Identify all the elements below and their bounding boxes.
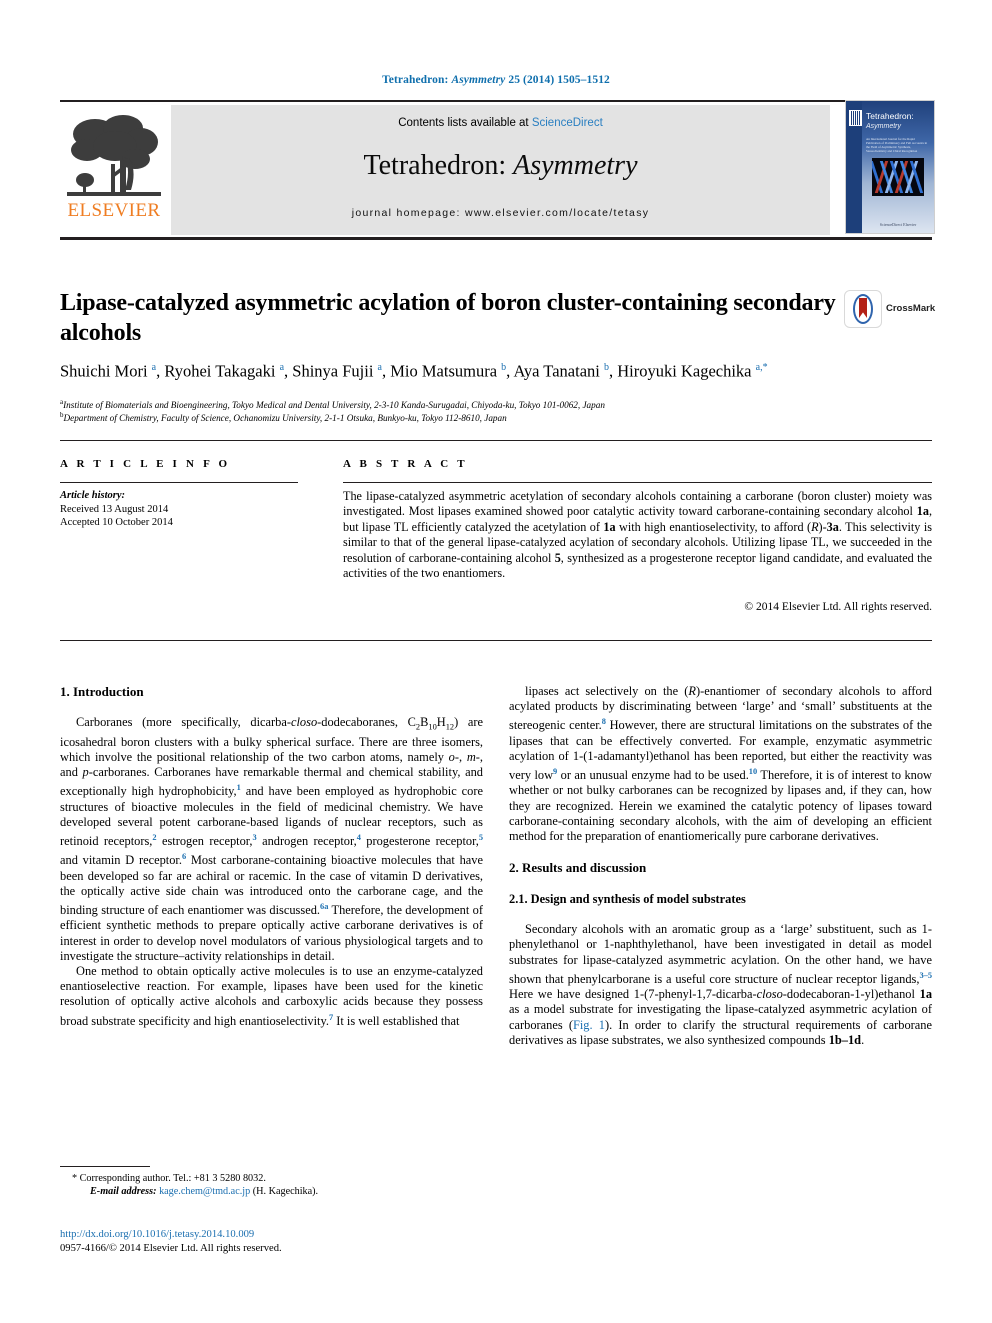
intro-paragraph-3: lipases act selectively on the (R)-enant… bbox=[509, 684, 933, 844]
running-head: Tetrahedron: Asymmetry 25 (2014) 1505–15… bbox=[0, 74, 992, 86]
issn-copyright-line: 0957-4166/© 2014 Elsevier Ltd. All right… bbox=[60, 1242, 282, 1254]
cover-footer: ScienceDirect Elsevier bbox=[879, 222, 917, 227]
footnote-marker: * bbox=[72, 1173, 78, 1184]
affiliation-b-text: Department of Chemistry, Faculty of Scie… bbox=[63, 413, 507, 424]
abstract-copyright: © 2014 Elsevier Ltd. All rights reserved… bbox=[744, 601, 932, 613]
article-accepted-date: Accepted 10 October 2014 bbox=[60, 517, 173, 528]
results-paragraph-1: Secondary alcohols with an aromatic grou… bbox=[509, 922, 933, 1047]
section-2-1-heading: 2.1. Design and synthesis of model subst… bbox=[509, 892, 746, 907]
journal-cover-thumbnail: Tetrahedron: Asymmetry An International … bbox=[845, 100, 935, 234]
journal-article-page: Tetrahedron: Asymmetry 25 (2014) 1505–15… bbox=[0, 0, 992, 1323]
corresponding-author-footnote: * Corresponding author. Tel.: +81 3 5280… bbox=[60, 1172, 483, 1198]
article-info-rule bbox=[60, 482, 298, 483]
journal-title-main: Tetrahedron: bbox=[363, 150, 507, 181]
intro-paragraph-1: Carboranes (more specifically, dicarba-c… bbox=[60, 715, 484, 963]
crossmark-badge[interactable]: CrossMark bbox=[844, 290, 936, 330]
cover-barcode-icon bbox=[849, 110, 862, 126]
abstract-body: The lipase-catalyzed asymmetric acetylat… bbox=[343, 489, 932, 581]
cover-title-main: Tetrahedron: bbox=[866, 111, 914, 121]
crossmark-label: CrossMark bbox=[886, 303, 936, 314]
abstract-rule bbox=[343, 482, 932, 483]
journal-homepage-line[interactable]: journal homepage: www.elsevier.com/locat… bbox=[171, 207, 830, 219]
affiliation-b: bDepartment of Chemistry, Faculty of Sci… bbox=[60, 409, 940, 424]
journal-title-italic: Asymmetry bbox=[513, 150, 638, 181]
running-head-journal: Tetrahedron: bbox=[382, 74, 449, 86]
footnote-rule bbox=[60, 1166, 150, 1167]
cover-title-sub: Asymmetry bbox=[866, 123, 901, 130]
journal-title: Tetrahedron: Asymmetry bbox=[171, 150, 830, 182]
article-received-date: Received 13 August 2014 bbox=[60, 503, 169, 515]
cover-blurb: An International Journal for the Rapid P… bbox=[866, 137, 928, 153]
contents-prefix: Contents lists available at bbox=[398, 117, 532, 129]
article-history: Article history: Received 13 August 2014… bbox=[60, 489, 310, 530]
section-2-heading: 2. Results and discussion bbox=[509, 860, 647, 876]
elsevier-wordmark: ELSEVIER bbox=[67, 200, 161, 221]
running-head-citation: 25 (2014) 1505–1512 bbox=[508, 74, 610, 86]
sciencedirect-link[interactable]: ScienceDirect bbox=[532, 117, 603, 129]
intro-paragraph-2: One method to obtain optically active mo… bbox=[60, 964, 483, 1028]
abstract-heading: A B S T R A C T bbox=[343, 458, 468, 470]
journal-masthead: Contents lists available at ScienceDirec… bbox=[60, 100, 932, 240]
email-owner: (H. Kagechika). bbox=[252, 1186, 319, 1197]
masthead-bottom-rule bbox=[60, 237, 932, 240]
section-1-heading: 1. Introduction bbox=[60, 684, 144, 699]
footnote-line-2: E-mail address: kage.chem@tmd.ac.jp (H. … bbox=[60, 1185, 483, 1198]
doi-link[interactable]: http://dx.doi.org/10.1016/j.tetasy.2014.… bbox=[60, 1228, 483, 1242]
footnote-line-1: * Corresponding author. Tel.: +81 3 5280… bbox=[60, 1172, 483, 1185]
page-title: Lipase-catalyzed asymmetric acylation of… bbox=[60, 290, 836, 346]
page-footer: http://dx.doi.org/10.1016/j.tetasy.2014.… bbox=[60, 1228, 483, 1255]
contents-list-line: Contents lists available at ScienceDirec… bbox=[171, 117, 830, 129]
running-head-journal-italic: Asymmetry bbox=[451, 74, 506, 86]
elsevier-logo: ELSEVIER bbox=[60, 112, 168, 232]
info-block-top-rule bbox=[60, 440, 932, 441]
article-history-label: Article history: bbox=[60, 490, 126, 501]
body-column-right: lipases act selectively on the (R)-enant… bbox=[509, 684, 932, 1048]
masthead-top-rule bbox=[60, 100, 932, 102]
info-block-bottom-rule bbox=[60, 640, 932, 641]
body-column-left: 1. Introduction Carboranes (more specifi… bbox=[60, 684, 483, 1029]
email-link[interactable]: kage.chem@tmd.ac.jp bbox=[159, 1186, 250, 1197]
email-address-label: E-mail address: bbox=[90, 1186, 157, 1197]
cover-title: Tetrahedron: Asymmetry bbox=[866, 112, 932, 131]
column-spacer bbox=[509, 844, 932, 860]
footnote-corresponding-text: Corresponding author. Tel.: +81 3 5280 8… bbox=[79, 1173, 266, 1184]
article-info-heading: A R T I C L E I N F O bbox=[60, 458, 231, 470]
cover-artwork bbox=[872, 158, 924, 196]
elsevier-tree-icon bbox=[67, 115, 161, 196]
author-list: Shuichi Mori a, Ryohei Takagaki a, Shiny… bbox=[60, 361, 768, 381]
